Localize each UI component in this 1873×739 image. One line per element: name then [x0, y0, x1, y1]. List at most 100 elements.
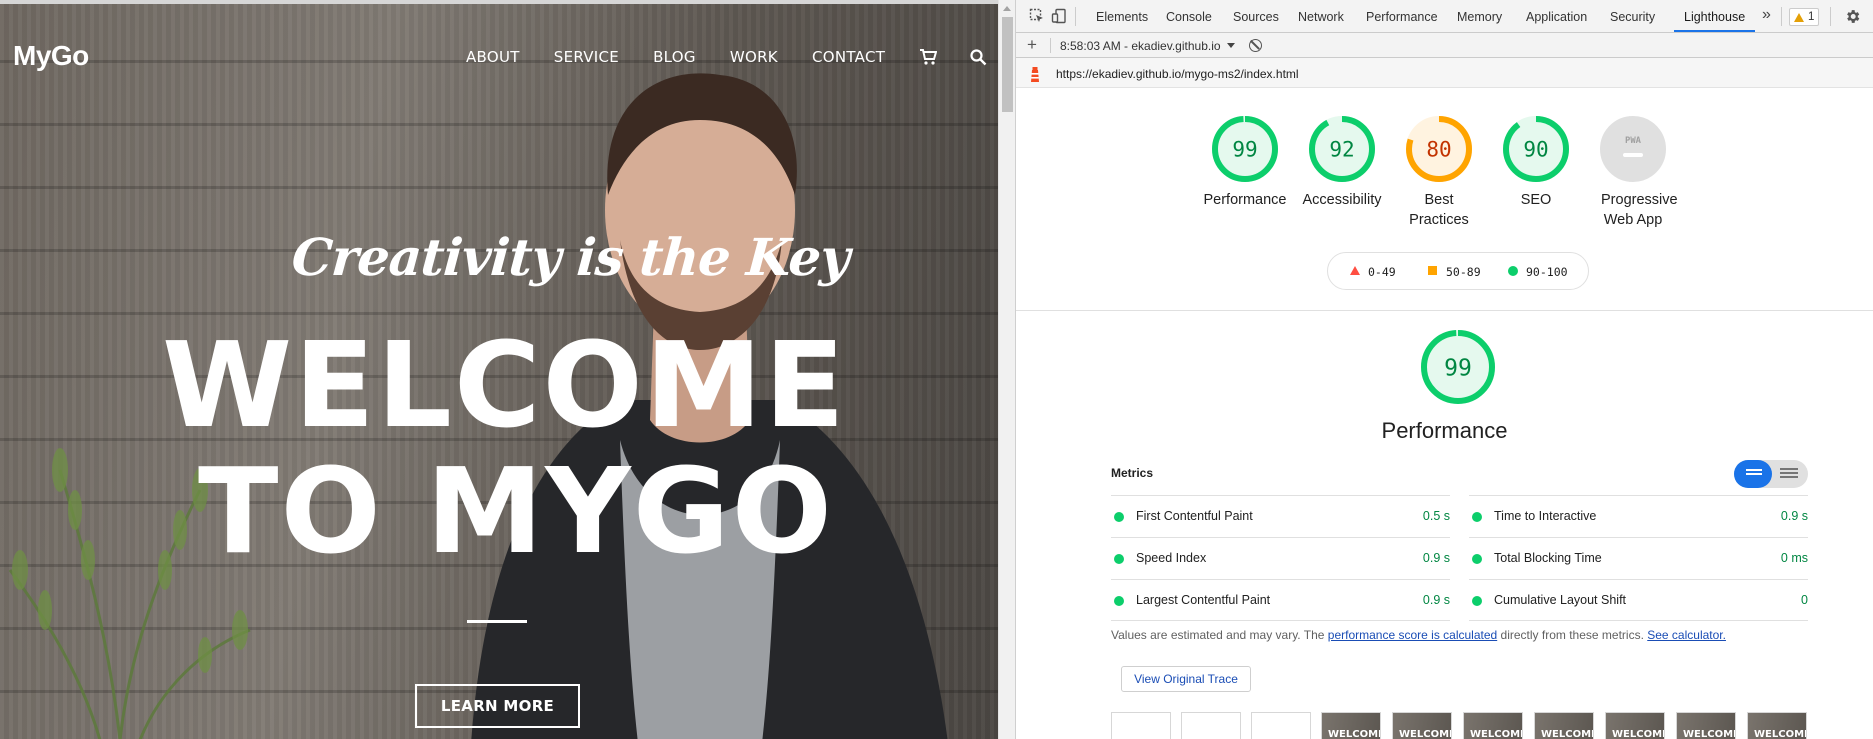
note-text-1: Values are estimated and may vary. The	[1111, 628, 1328, 642]
gauge-performance[interactable]: 99 Performance	[1195, 116, 1295, 210]
gauge-score: 90	[1523, 138, 1548, 162]
pass-circle-icon	[1114, 512, 1124, 522]
tab-console[interactable]: Console	[1166, 10, 1212, 24]
filmstrip	[1111, 712, 1811, 739]
report-selector[interactable]: 8:58:03 AM - ekadiev.github.io	[1060, 39, 1221, 53]
metric-name: Speed Index	[1136, 551, 1207, 565]
website-scrollbar[interactable]	[998, 0, 1015, 739]
warnings-badge[interactable]: 1	[1789, 8, 1820, 26]
site-logo[interactable]: MyGo	[13, 40, 89, 72]
tab-memory[interactable]: Memory	[1457, 10, 1502, 24]
filmstrip-frame	[1463, 712, 1523, 739]
filmstrip-frame	[1251, 712, 1311, 739]
metric-name: Largest Contentful Paint	[1136, 593, 1271, 607]
tab-application[interactable]: Application	[1526, 10, 1587, 24]
clear-reports-icon[interactable]	[1249, 39, 1262, 52]
metric-value: 0.9 s	[1422, 551, 1450, 565]
hero-divider	[467, 620, 527, 623]
toolbar-separator	[1830, 7, 1831, 26]
score-calculated-link[interactable]: performance score is calculated	[1328, 628, 1497, 642]
pass-circle-icon	[1114, 596, 1124, 606]
devtools-panel: Elements Console Sources Network Perform…	[1016, 0, 1873, 739]
metrics-column-right: Time to Interactive 0.9 s Total Blocking T…	[1469, 495, 1808, 621]
metric-name: Total Blocking Time	[1494, 551, 1602, 565]
legend-fail: 0-49	[1368, 265, 1396, 279]
nav-service[interactable]: SERVICE	[554, 48, 619, 66]
pass-circle-icon	[1508, 266, 1518, 276]
warning-count: 1	[1808, 11, 1815, 23]
filmstrip-frame	[1605, 712, 1665, 739]
metric-row: Speed Index 0.9 s	[1111, 537, 1450, 579]
site-nav: ABOUT SERVICE BLOG WORK CONTACT	[466, 48, 998, 66]
compact-view-icon	[1746, 469, 1762, 478]
gauge-score: 99	[1444, 355, 1472, 381]
legend-average: 50-89	[1446, 265, 1481, 279]
filmstrip-frame	[1747, 712, 1807, 739]
tab-elements[interactable]: Elements	[1096, 10, 1148, 24]
score-legend: 0-49 50-89 90-100	[1327, 252, 1589, 290]
scroll-up-arrow-icon[interactable]	[1003, 6, 1011, 11]
expanded-view-icon[interactable]	[1780, 468, 1798, 479]
metrics-note: Values are estimated and may vary. The p…	[1111, 628, 1726, 642]
gauge-progressive-web-app[interactable]: PWA Progressive Web App	[1583, 116, 1683, 230]
gear-icon[interactable]	[1844, 8, 1861, 25]
gauge-score: PWA	[1625, 136, 1642, 146]
filmstrip-frame	[1534, 712, 1594, 739]
nav-about[interactable]: ABOUT	[466, 48, 520, 66]
search-icon[interactable]	[969, 48, 987, 66]
metric-name: Cumulative Layout Shift	[1494, 593, 1627, 607]
gauge-seo[interactable]: 90 SEO	[1486, 116, 1586, 210]
metric-name: First Contentful Paint	[1136, 509, 1253, 523]
category-title: Performance	[1381, 418, 1508, 443]
filmstrip-frame	[1111, 712, 1171, 739]
new-report-plus-icon[interactable]: +	[1027, 35, 1037, 55]
devtools-tabbar: Elements Console Sources Network Perform…	[1016, 0, 1873, 33]
metric-row: First Contentful Paint 0.5 s	[1111, 495, 1450, 537]
gauge-best-practices[interactable]: 80 Best Practices	[1389, 116, 1489, 230]
nav-work[interactable]: WORK	[730, 48, 778, 66]
lighthouse-logo-icon	[1031, 67, 1039, 82]
section-divider	[1016, 310, 1873, 311]
pwa-dash	[1623, 153, 1643, 157]
website-viewport: MyGo ABOUT SERVICE BLOG WORK CONTACT Cre…	[0, 0, 998, 739]
learn-more-button[interactable]: LEARN MORE	[415, 684, 580, 728]
device-toolbar-icon[interactable]	[1051, 8, 1067, 24]
tab-sources[interactable]: Sources	[1233, 10, 1279, 24]
metric-row: Cumulative Layout Shift 0	[1469, 579, 1808, 621]
metric-view-toggle[interactable]	[1734, 460, 1808, 488]
metric-row: Largest Contentful Paint 0.9 s	[1111, 579, 1450, 621]
gauge-label: Progressive Web App	[1601, 192, 1678, 228]
gauge-score: 92	[1329, 138, 1354, 162]
filmstrip-frame	[1181, 712, 1241, 739]
gauge-label: SEO	[1520, 192, 1552, 208]
performance-category-gauge: 99	[1421, 330, 1495, 409]
viewport-top-border	[0, 0, 998, 4]
metric-value: 0	[1801, 593, 1808, 607]
tab-performance[interactable]: Performance	[1366, 10, 1438, 24]
note-text-2: directly from these metrics.	[1497, 628, 1648, 642]
cart-icon[interactable]	[919, 48, 938, 66]
gauge-score: 80	[1426, 138, 1451, 162]
hero-tagline: Creativity is the Key	[289, 228, 851, 288]
gauge-label: Performance	[1203, 192, 1287, 208]
nav-blog[interactable]: BLOG	[653, 48, 696, 66]
pass-circle-icon	[1472, 512, 1482, 522]
gauge-accessibility[interactable]: 92 Accessibility	[1292, 116, 1392, 210]
tab-network[interactable]: Network	[1298, 10, 1344, 24]
gauge-base	[1600, 116, 1666, 182]
report-url[interactable]: https://ekadiev.github.io/mygo-ms2/index…	[1056, 67, 1299, 81]
inspect-element-icon[interactable]	[1029, 8, 1045, 24]
tab-lighthouse[interactable]: Lighthouse	[1673, 10, 1756, 32]
hero-title-line1: WELCOME	[162, 316, 847, 454]
see-calculator-link[interactable]: See calculator.	[1647, 628, 1726, 642]
chevron-down-icon[interactable]	[1227, 43, 1235, 48]
tab-security[interactable]: Security	[1610, 10, 1655, 24]
filmstrip-frame	[1392, 712, 1452, 739]
nav-contact[interactable]: CONTACT	[812, 48, 885, 66]
metric-value: 0.5 s	[1422, 509, 1450, 523]
view-original-trace-button[interactable]: View Original Trace	[1121, 666, 1251, 692]
more-tabs-icon[interactable]: »	[1762, 6, 1771, 24]
average-square-icon	[1428, 266, 1437, 275]
metric-value: 0.9 s	[1422, 593, 1450, 607]
scrollbar-thumb[interactable]	[1002, 17, 1013, 112]
